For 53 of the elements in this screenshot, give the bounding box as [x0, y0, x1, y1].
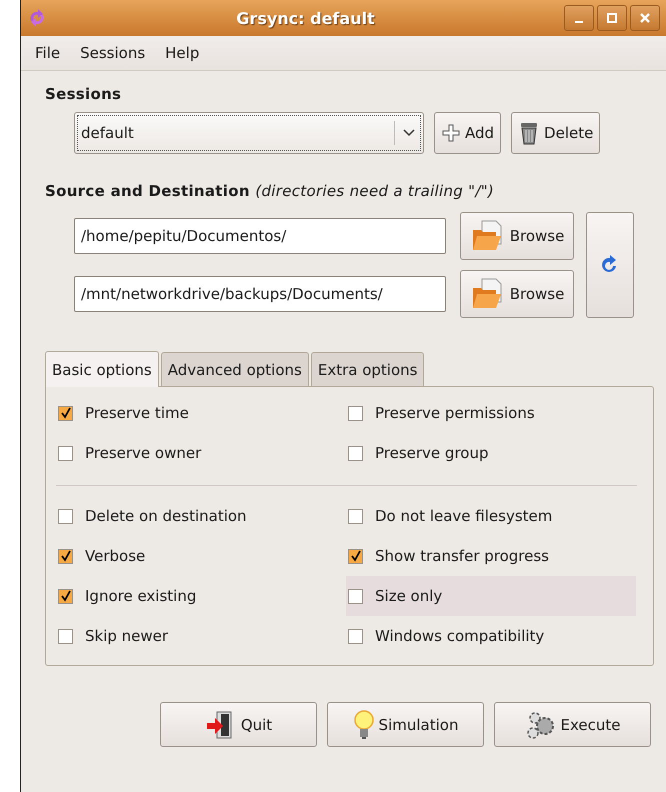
checkbox[interactable] [58, 588, 73, 604]
light-bulb-icon [352, 708, 375, 740]
option-checkbox[interactable]: Preserve permissions [346, 393, 636, 433]
option-checkbox[interactable]: Size only [346, 576, 636, 616]
quit-button[interactable]: Quit [160, 702, 317, 747]
option-checkbox[interactable]: Ignore existing [56, 576, 346, 616]
minimize-icon [575, 21, 583, 23]
plus-icon [441, 123, 461, 143]
menu-item[interactable]: File [27, 42, 68, 64]
browse-button[interactable]: Browse [460, 270, 574, 318]
section-heading: Sessions [45, 85, 122, 103]
delete-button[interactable]: Delete [511, 112, 600, 154]
close-button[interactable] [630, 5, 660, 31]
checkbox[interactable] [58, 446, 73, 460]
tab[interactable]: Basic options [45, 351, 159, 387]
option-checkbox[interactable]: Show transfer progress [346, 536, 636, 576]
add-button[interactable]: Add [434, 112, 502, 154]
checkbox[interactable] [58, 548, 73, 564]
checkbox[interactable] [58, 508, 73, 524]
checkbox[interactable] [348, 548, 363, 564]
option-checkbox[interactable]: Windows compatibility [346, 616, 636, 656]
option-checkbox[interactable]: Verbose [56, 536, 346, 576]
maximize-icon [606, 12, 618, 24]
session-dropdown[interactable]: default [74, 112, 424, 154]
swap-button[interactable] [586, 212, 634, 318]
option-checkbox[interactable]: Preserve time [56, 393, 346, 433]
section-heading: Source and Destination (directories need a trailing "/") [45, 182, 496, 200]
path-field[interactable]: /mnt/networkdrive/backups/Documents/ [74, 276, 446, 312]
simulation-button[interactable]: Simulation [327, 702, 484, 747]
option-checkbox[interactable]: Preserve group [346, 433, 636, 473]
tab[interactable]: Extra options [310, 352, 424, 386]
minimize-button[interactable] [564, 5, 594, 31]
checkbox[interactable] [348, 588, 363, 604]
checkbox[interactable] [348, 446, 363, 460]
option-checkbox[interactable]: Preserve owner [56, 433, 346, 473]
checkbox[interactable] [58, 628, 73, 644]
menu-item[interactable]: Sessions [72, 42, 154, 64]
checkbox[interactable] [58, 406, 73, 420]
tab[interactable]: Advanced options [160, 352, 309, 386]
close-icon [639, 12, 651, 24]
path-field[interactable]: /home/pepitu/Documentos/ [74, 218, 446, 254]
option-checkbox[interactable]: Do not leave filesystem [346, 496, 636, 536]
option-checkbox[interactable]: Skip newer [56, 616, 346, 656]
checkbox[interactable] [348, 406, 363, 420]
menu-item[interactable]: Help [157, 42, 208, 64]
gears-icon [524, 710, 556, 740]
execute-button[interactable]: Execute [494, 702, 651, 747]
option-checkbox[interactable]: Delete on destination [56, 496, 346, 536]
checkbox[interactable] [348, 628, 363, 644]
maximize-button[interactable] [597, 5, 627, 31]
window-title: Grsync: default [235, 8, 376, 28]
checkbox[interactable] [348, 508, 363, 524]
browse-button[interactable]: Browse [460, 212, 574, 260]
